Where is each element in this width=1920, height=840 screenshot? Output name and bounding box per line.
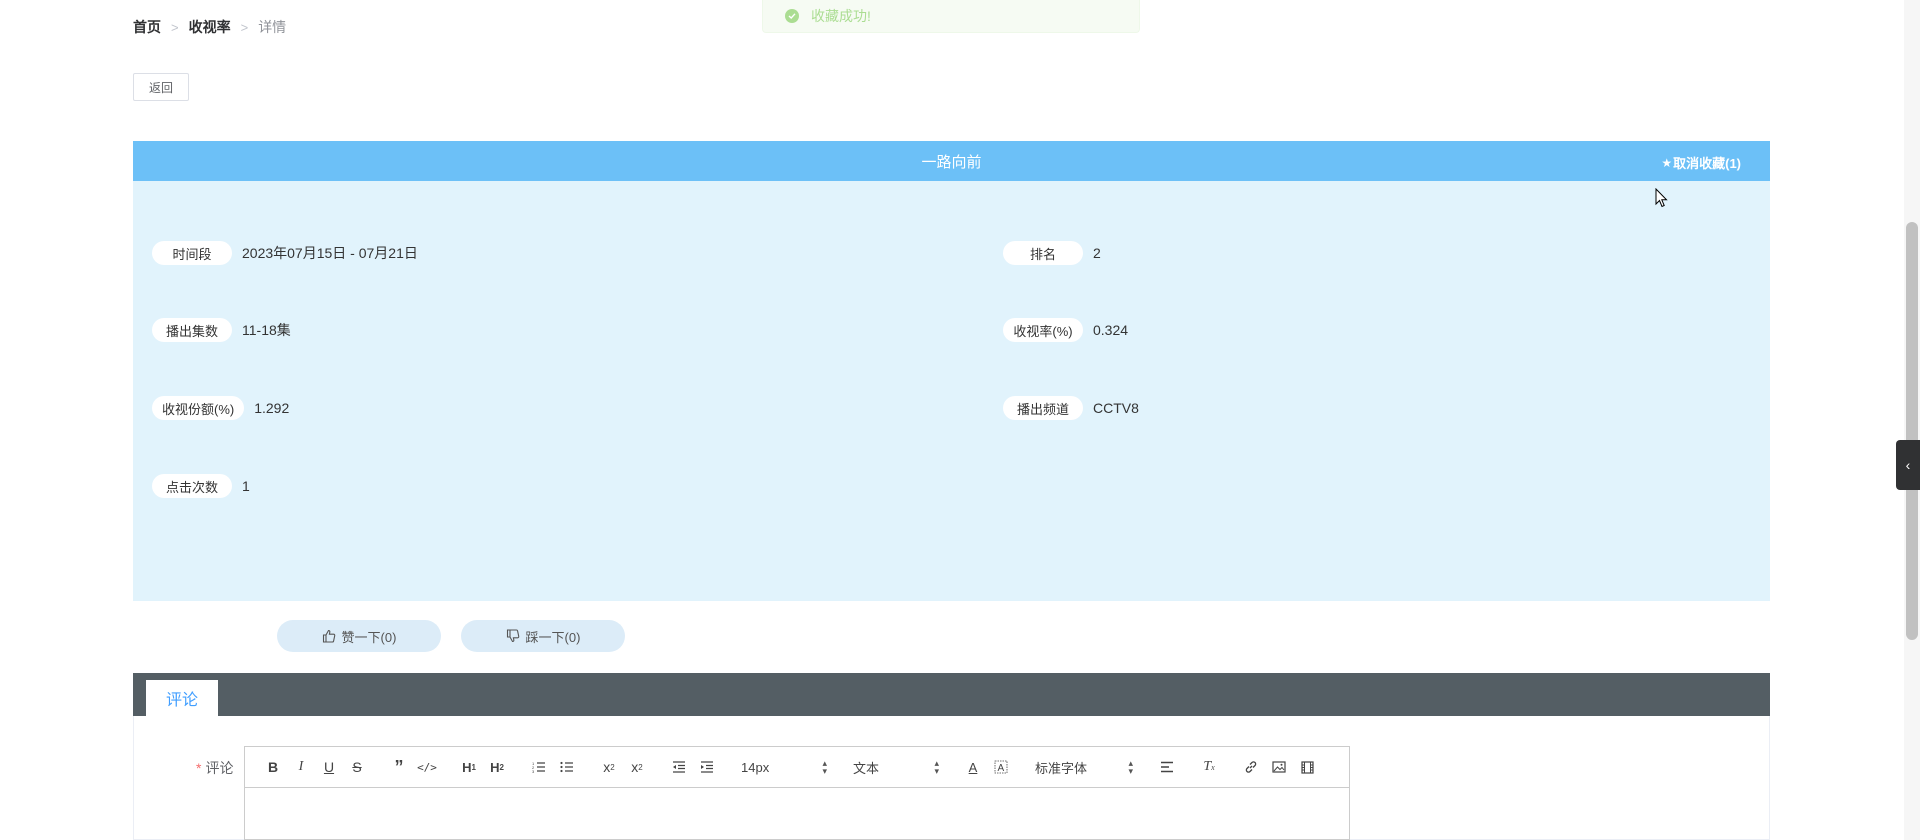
field-share: 收视份额(%) 1.292 [152, 396, 289, 420]
svg-text:3: 3 [532, 769, 535, 773]
field-value: 1.292 [254, 400, 290, 416]
align-button[interactable] [1153, 755, 1181, 779]
bullet-list-button[interactable] [553, 755, 581, 779]
field-value: 11-18集 [242, 322, 291, 338]
blockquote-button[interactable]: ” [385, 755, 413, 779]
heading-value: 文本 [853, 760, 880, 776]
heading1-button[interactable]: H1 [455, 755, 483, 779]
field-label: 排名 [1003, 241, 1083, 265]
field-label: 收视率(%) [1003, 318, 1083, 342]
font-family-select[interactable]: 标准字体 ▴ ▾ [1029, 755, 1139, 779]
field-value: 1 [242, 478, 250, 494]
detail-header: 一路向前 ★ 取消收藏(1) [133, 141, 1770, 181]
breadcrumb-home[interactable]: 首页 [133, 17, 161, 37]
italic-button[interactable]: I [287, 755, 315, 779]
outdent-button[interactable] [665, 755, 693, 779]
heading2-button[interactable]: H2 [483, 755, 511, 779]
field-rating: 收视率(%) 0.324 [1003, 318, 1128, 342]
field-clicks: 点击次数 1 [152, 474, 250, 498]
font-size-value: 14px [741, 759, 770, 775]
thumbs-up-icon [322, 629, 335, 643]
code-block-button[interactable]: </> [413, 755, 441, 779]
font-color-button[interactable]: A [959, 755, 987, 779]
comment-label-text: 评论 [205, 760, 234, 776]
chevron-updown-icon: ▴ ▾ [934, 758, 939, 776]
underline-button[interactable]: U [315, 755, 343, 779]
dislike-label: 踩一下(0) [525, 629, 581, 645]
thumbs-down-icon [506, 629, 519, 643]
ordered-list-button[interactable]: 123 [525, 755, 553, 779]
breadcrumb-separator: > [171, 19, 179, 35]
field-value: 2 [1093, 245, 1101, 261]
breadcrumb-separator: > [240, 19, 249, 35]
chevron-updown-icon: ▴ ▾ [822, 758, 827, 776]
field-episodes: 播出集数 11-18集 [152, 318, 291, 342]
like-button[interactable]: 赞一下(0) [277, 620, 441, 652]
field-time-period: 时间段 2023年07月15日 - 07月21日 [152, 241, 418, 265]
superscript-button[interactable]: x2 [623, 755, 651, 779]
strikethrough-button[interactable]: S [343, 755, 371, 779]
comment-field-label: * 评论 [196, 758, 233, 778]
background-color-button[interactable]: A [987, 755, 1015, 779]
field-rank: 排名 2 [1003, 241, 1101, 265]
tab-comment[interactable]: 评论 [146, 680, 218, 716]
clear-format-button[interactable]: Tx [1195, 755, 1223, 779]
check-circle-icon [785, 9, 799, 23]
link-icon[interactable] [1237, 755, 1265, 779]
detail-card: 一路向前 ★ 取消收藏(1) 时间段 2023年07月15日 - 07月21日 … [133, 141, 1770, 601]
chevron-updown-icon: ▴ ▾ [1128, 758, 1133, 776]
subscript-button[interactable]: x2 [595, 755, 623, 779]
svg-text:A: A [998, 763, 1005, 774]
back-button[interactable]: 返回 [133, 73, 189, 101]
field-label: 点击次数 [152, 474, 232, 498]
unfavorite-label: 取消收藏(1) [1673, 156, 1741, 171]
font-size-select[interactable]: 14px ▴ ▾ [735, 755, 833, 779]
field-value: CCTV8 [1093, 400, 1139, 416]
required-mark: * [196, 760, 202, 776]
comment-tab-bar: 评论 [133, 673, 1770, 716]
star-icon: ★ [1661, 155, 1673, 170]
detail-title: 一路向前 [921, 153, 982, 171]
video-icon[interactable] [1293, 755, 1321, 779]
scrollbar-thumb[interactable] [1906, 222, 1918, 640]
field-channel: 播出频道 CCTV8 [1003, 396, 1139, 420]
field-value: 0.324 [1093, 322, 1129, 338]
breadcrumb-current: 详情 [258, 19, 287, 35]
editor-toolbar: B I U S ” </> H1 H2 123 x2 x2 14px ▴ ▾ 文本… [244, 746, 1350, 788]
image-icon[interactable] [1265, 755, 1293, 779]
chevron-left-icon: ‹ [1905, 457, 1911, 473]
field-value: 2023年07月15日 - 07月21日 [242, 245, 418, 261]
like-label: 赞一下(0) [341, 629, 397, 645]
breadcrumb-section[interactable]: 收视率 [189, 17, 231, 37]
mouse-cursor-icon [1655, 188, 1668, 208]
breadcrumb: 首页 > 收视率 > 详情 [133, 17, 286, 37]
field-label: 收视份额(%) [152, 396, 245, 420]
field-label: 播出集数 [152, 318, 232, 342]
field-label: 播出频道 [1003, 396, 1083, 420]
bold-button[interactable]: B [259, 755, 287, 779]
unfavorite-button[interactable]: ★ 取消收藏(1) [1661, 153, 1741, 172]
indent-button[interactable] [693, 755, 721, 779]
toast-message: 收藏成功! [811, 8, 871, 24]
sidebar-toggle[interactable]: ‹ [1896, 440, 1920, 490]
font-family-value: 标准字体 [1035, 760, 1088, 776]
field-label: 时间段 [152, 241, 232, 265]
comment-editor[interactable] [244, 788, 1350, 840]
dislike-button[interactable]: 踩一下(0) [461, 620, 625, 652]
success-toast: 收藏成功! [762, 0, 1140, 33]
heading-select[interactable]: 文本 ▴ ▾ [847, 755, 945, 779]
